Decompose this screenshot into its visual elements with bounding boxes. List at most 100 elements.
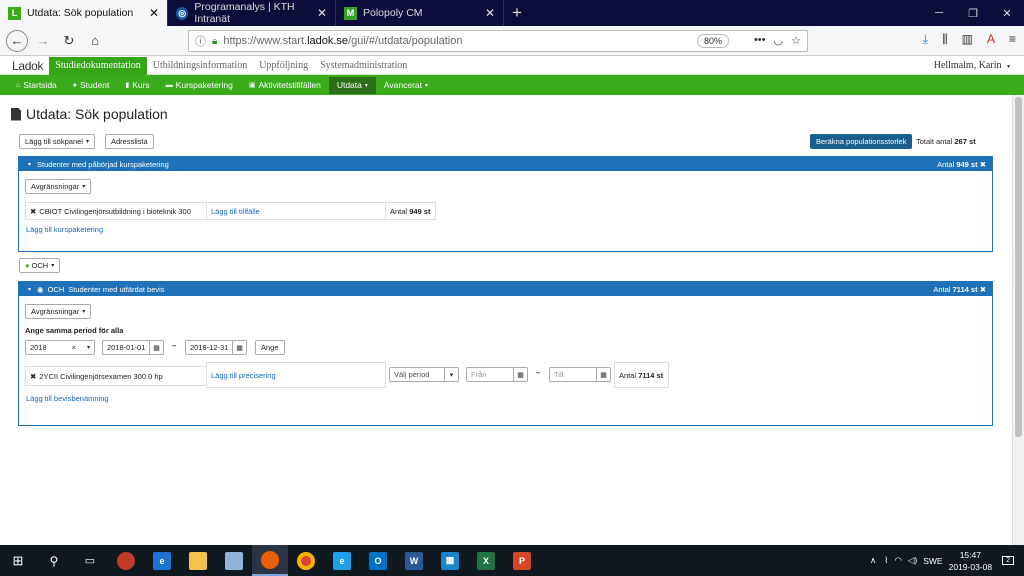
chevron-up-icon[interactable]: ∧ bbox=[870, 555, 876, 566]
menu-item-kurs[interactable]: ▮ Kurs bbox=[117, 75, 157, 95]
calendar-icon[interactable]: ▦ bbox=[149, 341, 163, 354]
menu-icon[interactable]: ≡ bbox=[1009, 32, 1016, 47]
minimize-icon[interactable]: ─ bbox=[922, 0, 956, 26]
add-specification-link[interactable]: Lägg till precisering bbox=[206, 362, 386, 388]
module-tab-utbildningsinformation[interactable]: Utbildningsinformation bbox=[147, 57, 253, 75]
notepad-icon[interactable] bbox=[216, 545, 252, 576]
url-bar[interactable]: ⓘ 🔒︎ https://www.start. ladok.se/gui/#/ut… bbox=[188, 30, 808, 52]
address-list-button[interactable]: Adresslista bbox=[105, 134, 154, 149]
menu-item-student[interactable]: ● Student bbox=[65, 75, 118, 95]
calendar-icon[interactable]: ▦ bbox=[513, 368, 527, 381]
home-icon[interactable]: ⌂ bbox=[84, 30, 106, 52]
period-select[interactable]: Välj period ▾ bbox=[389, 367, 459, 382]
panel-header[interactable]: ▾ Studenter med påbörjad kurspaketering … bbox=[19, 157, 992, 171]
calculator-icon[interactable]: ▦ bbox=[432, 545, 468, 576]
close-window-icon[interactable]: ✕ bbox=[990, 0, 1024, 26]
close-tab-icon[interactable]: ✕ bbox=[485, 6, 495, 20]
clock[interactable]: 15:47 2019-03-08 bbox=[949, 549, 992, 573]
restore-icon[interactable]: ❐ bbox=[956, 0, 990, 26]
och-operator-button[interactable]: ● OCH ▾ bbox=[19, 258, 61, 273]
lock-icon: 🔒︎ bbox=[212, 35, 218, 47]
menu-item-kurspaketering[interactable]: ▬ Kurspaketering bbox=[158, 75, 241, 95]
calendar-icon[interactable]: ▦ bbox=[232, 341, 246, 354]
zoom-level[interactable]: 80% bbox=[696, 34, 729, 48]
page-actions-icon[interactable]: ••• bbox=[754, 34, 766, 47]
browser-tab-kth[interactable]: ◎ Programanalys | KTH Intranät ✕ bbox=[168, 0, 336, 26]
bookmark-star-icon[interactable]: ☆ bbox=[791, 34, 801, 47]
windows-start-icon[interactable]: ⊞ bbox=[0, 545, 36, 576]
add-bevisbenamning-link[interactable]: Lägg till bevisbenämning bbox=[26, 394, 109, 403]
remove-item-icon[interactable]: ✖ bbox=[30, 372, 36, 381]
from-date-input[interactable]: Från ▦ bbox=[466, 367, 528, 382]
scrollbar-thumb[interactable] bbox=[1015, 97, 1022, 437]
close-tab-icon[interactable]: ✕ bbox=[317, 6, 327, 20]
menu-item-utdata[interactable]: Utdata ▾ bbox=[328, 76, 376, 94]
download-icon[interactable]: ⤓ bbox=[923, 32, 928, 47]
add-occasion-link[interactable]: Lägg till tillfälle bbox=[206, 202, 386, 220]
word-icon[interactable]: W bbox=[396, 545, 432, 576]
chevron-down-icon: ▾ bbox=[444, 368, 458, 381]
info-icon[interactable]: ⓘ bbox=[195, 33, 206, 49]
total-prefix: Totalt antal bbox=[916, 137, 953, 146]
pdf-icon[interactable]: A bbox=[987, 32, 995, 47]
volume-icon[interactable]: ◁) bbox=[908, 555, 917, 566]
task-view-icon[interactable]: ▭ bbox=[72, 545, 108, 576]
search-icon[interactable]: ⚲ bbox=[36, 545, 72, 576]
remove-panel-icon[interactable]: ✖ bbox=[980, 285, 986, 294]
collapse-icon[interactable]: ▾ bbox=[28, 161, 31, 168]
internet-explorer-icon[interactable]: e bbox=[324, 545, 360, 576]
reload-icon[interactable]: ↻ bbox=[58, 30, 80, 52]
menu-item-avancerat[interactable]: Avancerat ▾ bbox=[376, 75, 436, 95]
browser-tab-ladok[interactable]: L Utdata: Sök population ✕ bbox=[0, 0, 168, 26]
collapse-icon[interactable]: ▾ bbox=[28, 286, 31, 293]
edge-icon[interactable]: e bbox=[144, 545, 180, 576]
excel-icon[interactable]: X bbox=[468, 545, 504, 576]
forward-icon[interactable]: → bbox=[32, 30, 54, 52]
calendar-icon[interactable]: ▦ bbox=[596, 368, 610, 381]
add-search-panel-button[interactable]: Lägg till sökpanel ▾ bbox=[19, 134, 95, 149]
language-indicator[interactable]: SWE bbox=[923, 556, 942, 566]
filter-button[interactable]: Avgränsningar ▾ bbox=[25, 179, 92, 194]
page-scrollbar[interactable] bbox=[1012, 95, 1024, 545]
sidebar-icon[interactable]: ▥ bbox=[962, 32, 973, 47]
date-from-input[interactable]: 2018-01-01 ▦ bbox=[102, 340, 164, 355]
snipping-tool-icon[interactable] bbox=[108, 545, 144, 576]
module-tab-systemadministration[interactable]: Systemadministration bbox=[314, 57, 413, 75]
back-icon[interactable]: ← bbox=[6, 29, 28, 52]
panel-header[interactable]: ▾ ◉ OCH Studenter med utfärdat bevis Ant… bbox=[19, 282, 992, 296]
notification-center-icon[interactable]: 2 bbox=[1002, 556, 1014, 565]
chevron-down-icon: ▾ bbox=[86, 345, 90, 351]
count-prefix: Antal bbox=[937, 159, 955, 169]
menu-item-aktivitetstillfallen[interactable]: ▣ Aktivitetstillfällen bbox=[241, 75, 329, 95]
wifi-icon[interactable]: ◠ bbox=[894, 555, 901, 566]
module-tab-uppfoljning[interactable]: Uppföljning bbox=[253, 57, 314, 75]
remove-item-icon[interactable]: ✖ bbox=[30, 207, 36, 216]
ladok-header: Ladok Studiedokumentation Utbildningsinf… bbox=[0, 56, 1024, 75]
compute-population-button[interactable]: Beräkna populationsstorlek bbox=[810, 134, 913, 149]
module-tab-studiedokumentation[interactable]: Studiedokumentation bbox=[49, 56, 147, 75]
to-date-input[interactable]: Till ▦ bbox=[549, 367, 611, 382]
close-tab-icon[interactable]: ✕ bbox=[149, 6, 159, 20]
firefox-icon[interactable] bbox=[252, 545, 288, 576]
outlook-icon[interactable]: O bbox=[360, 545, 396, 576]
clear-icon[interactable]: × bbox=[72, 343, 76, 352]
menu-item-startsida[interactable]: ⌂ Startsida bbox=[8, 75, 65, 95]
filter-button[interactable]: Avgränsningar ▾ bbox=[25, 304, 92, 319]
ladok-logo[interactable]: Ladok bbox=[12, 59, 44, 73]
period-heading: Ange samma period för alla bbox=[25, 326, 124, 335]
pocket-icon[interactable]: ◡ bbox=[774, 34, 784, 47]
library-icon[interactable]: ⫼ bbox=[942, 32, 948, 47]
browser-tab-polopoly[interactable]: M Polopoly CM ✕ bbox=[336, 0, 504, 26]
network-icon[interactable]: ⌇ bbox=[884, 555, 888, 566]
powerpoint-icon[interactable]: P bbox=[504, 545, 540, 576]
date-to-input[interactable]: 2018-12-31 ▦ bbox=[185, 340, 247, 355]
apply-period-button[interactable]: Ange bbox=[255, 340, 285, 355]
add-kurspaketering-link[interactable]: Lägg till kurspaketering bbox=[26, 225, 103, 234]
item-label: 2YCII Civilingenjörsexamen 300.0 hp bbox=[39, 371, 163, 381]
chrome-icon[interactable] bbox=[288, 545, 324, 576]
remove-panel-icon[interactable]: ✖ bbox=[980, 160, 986, 169]
year-select[interactable]: 2018 × ▾ bbox=[25, 340, 95, 355]
user-menu[interactable]: Hellmalm, Karin ▾ bbox=[934, 60, 1010, 71]
new-tab-icon[interactable]: + bbox=[504, 0, 530, 26]
file-explorer-icon[interactable] bbox=[180, 545, 216, 576]
